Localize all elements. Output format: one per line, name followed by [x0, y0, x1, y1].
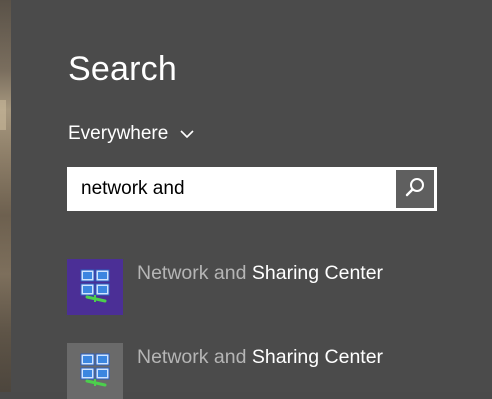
- result-tile: [67, 343, 123, 399]
- search-charm-panel: Search Everywhere network and Network an…: [11, 0, 492, 399]
- result-match-text: Network and: [137, 261, 247, 284]
- panel-title: Search: [68, 50, 177, 88]
- result-rest-text: Sharing Center: [251, 345, 384, 368]
- search-result-item[interactable]: Network and Sharing Center: [67, 343, 477, 399]
- network-sharing-center-icon: [75, 265, 115, 310]
- result-tile: [67, 259, 123, 315]
- search-result-item[interactable]: Network and Sharing Center: [67, 259, 477, 315]
- chevron-down-icon: [180, 129, 194, 139]
- search-icon: [404, 176, 426, 203]
- search-box: [67, 167, 437, 211]
- result-label: Network and Sharing Center: [137, 262, 383, 285]
- network-sharing-center-icon: [75, 349, 115, 394]
- result-label: Network and Sharing Center: [137, 346, 383, 369]
- scope-label: Everywhere: [68, 123, 169, 144]
- result-rest-text: Sharing Center: [251, 261, 384, 284]
- search-scope-dropdown[interactable]: Everywhere: [68, 122, 194, 146]
- result-match-text: Network and: [137, 345, 247, 368]
- desktop-background: [0, 0, 11, 392]
- search-input[interactable]: [67, 167, 395, 211]
- search-button[interactable]: [396, 170, 434, 208]
